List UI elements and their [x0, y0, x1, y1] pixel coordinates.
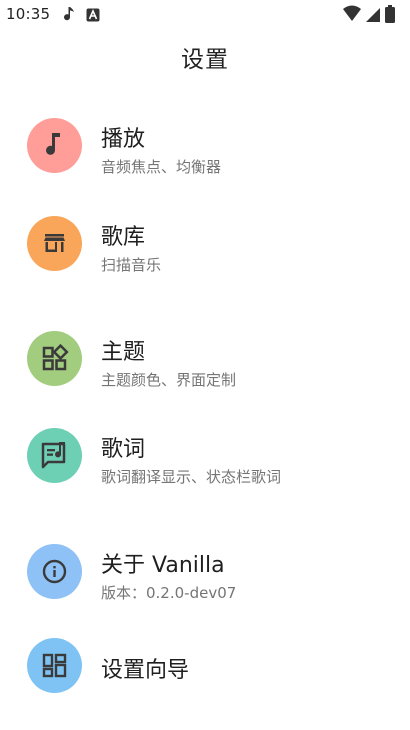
status-time: 10:35 [6, 5, 51, 23]
lyrics-icon [27, 428, 82, 483]
dashboard-icon [27, 638, 82, 693]
settings-item-title: 关于 Vanilla [101, 553, 225, 578]
status-bar: 10:35 [0, 0, 410, 30]
settings-item-subtitle: 扫描音乐 [101, 256, 162, 274]
settings-item-title: 主题 [101, 340, 146, 365]
settings-item-subtitle: 主题颜色、界面定制 [101, 371, 237, 389]
settings-item-subtitle: 音频焦点、均衡器 [101, 158, 222, 176]
system-status-icons [342, 4, 402, 24]
settings-item-setup-wizard[interactable]: 设置向导 [0, 621, 410, 711]
storefront-icon [27, 216, 82, 271]
settings-item-subtitle: 版本：0.2.0-dev07 [101, 584, 237, 602]
page-title: 设置 [181, 47, 229, 73]
settings-screen: 10:35 设置 播放 音频焦点、均衡器 歌库 扫描音乐 主题 主题颜色、界面定… [0, 0, 410, 730]
settings-item-about[interactable]: 关于 Vanilla 版本：0.2.0-dev07 [0, 527, 410, 617]
settings-item-playback[interactable]: 播放 音频焦点、均衡器 [0, 101, 410, 191]
settings-item-title: 歌词 [101, 437, 146, 462]
cellular-signal-icon [366, 8, 380, 22]
settings-item-title: 播放 [101, 127, 146, 152]
wifi-icon [343, 5, 361, 21]
widgets-icon [27, 331, 82, 386]
music-note-icon [27, 118, 82, 173]
settings-item-library[interactable]: 歌库 扫描音乐 [0, 199, 410, 289]
settings-item-lyrics[interactable]: 歌词 歌词翻译显示、状态栏歌词 [0, 411, 410, 501]
font-app-icon [86, 7, 100, 26]
settings-item-title: 设置向导 [101, 658, 190, 683]
info-icon [27, 544, 82, 599]
settings-item-theme[interactable]: 主题 主题颜色、界面定制 [0, 314, 410, 404]
music-note-icon [62, 6, 76, 26]
settings-item-title: 歌库 [101, 225, 146, 250]
settings-item-subtitle: 歌词翻译显示、状态栏歌词 [101, 468, 282, 486]
battery-icon [385, 5, 395, 23]
